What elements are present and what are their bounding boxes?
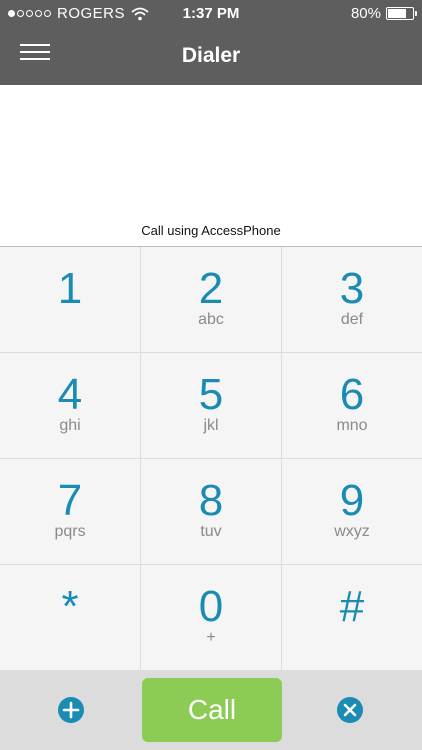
battery-status: 80% [350,5,417,22]
dialer-action-bar: Call [0,670,422,750]
key-digit: 6 [339,370,365,419]
key-letters: wxyz [334,523,370,540]
key-9[interactable]: 9 wxyz [282,459,422,565]
key-2[interactable]: 2 abc [141,247,282,353]
battery-percent: 80% [350,5,381,22]
key-3[interactable]: 3 def [282,247,422,353]
key-digit: 8 [198,476,224,525]
key-letters: + [206,629,216,646]
key-digit: * [61,582,79,631]
key-6[interactable]: 6 mno [282,353,422,459]
key-letters: jkl [203,417,219,434]
key-letters: mno [336,417,368,434]
key-digit: # [339,582,365,631]
status-bar: ROGERS 1:37 PM 80% [0,0,422,28]
key-digit: 4 [57,370,83,419]
add-contact-button[interactable] [58,697,84,723]
key-digit: 9 [339,476,365,525]
key-letters: def [340,311,364,328]
number-display: Call using AccessPhone [0,85,422,246]
backspace-button[interactable] [337,697,363,723]
call-using-label: Call using AccessPhone [141,223,281,238]
key-digit: 3 [339,264,365,313]
key-digit: 5 [198,370,224,419]
key-digit: 1 [57,264,83,313]
key-digit: 0 [198,582,224,631]
key-1[interactable]: 1 [0,247,141,353]
key-letters: ghi [59,417,81,434]
key-0[interactable]: 0 + [141,565,282,671]
battery-fill [388,9,406,18]
key-4[interactable]: 4 ghi [0,353,141,459]
key-letters: pqrs [54,523,86,540]
plus-icon [62,701,80,719]
app-header: ROGERS 1:37 PM 80% Dialer [0,0,422,85]
key-digit: 2 [198,264,224,313]
call-button[interactable]: Call [142,678,282,742]
key-letters: abc [198,311,224,328]
page-title: Dialer [181,44,241,67]
key-letters: tuv [200,523,222,540]
key-8[interactable]: 8 tuv [141,459,282,565]
key-hash[interactable]: # [282,565,422,671]
key-7[interactable]: 7 pqrs [0,459,141,565]
key-digit: 7 [57,476,83,525]
key-star[interactable]: * [0,565,141,671]
delete-x-icon [343,703,357,717]
battery-icon [386,7,417,20]
dial-keypad: 1 2 abc 3 def 4 ghi 5 jkl 6 mno 7 pqrs 8… [0,246,422,671]
key-5[interactable]: 5 jkl [141,353,282,459]
